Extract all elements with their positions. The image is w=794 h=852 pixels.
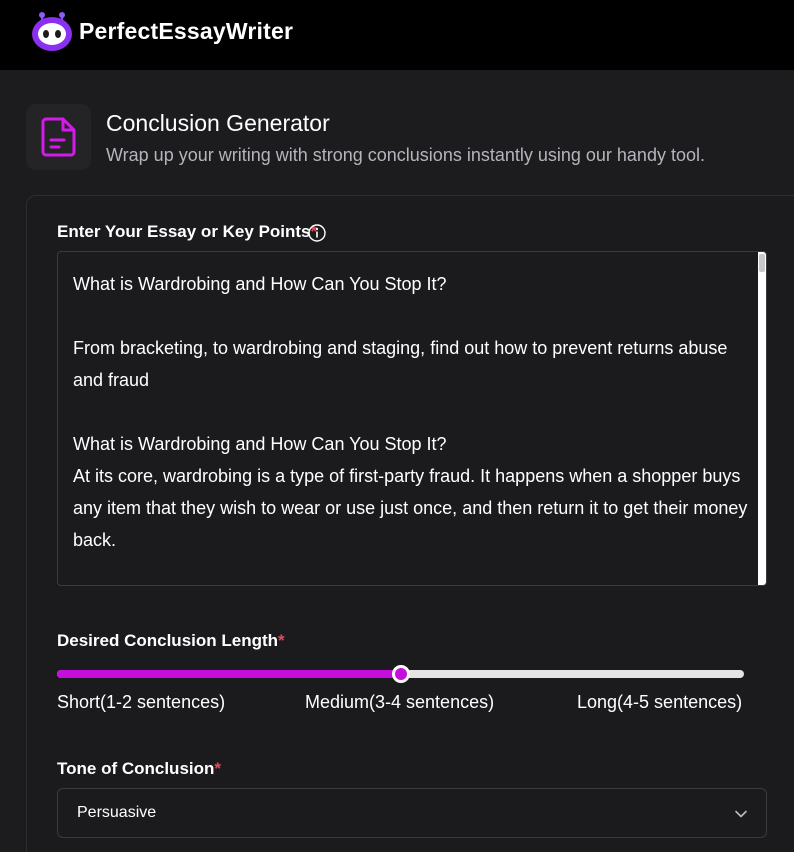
tool-icon-box [26,104,91,170]
length-label: Desired Conclusion Length* [57,631,285,651]
essay-text[interactable]: What is Wardrobing and How Can You Stop … [73,268,753,556]
top-bar: PerfectEssayWriter [0,0,794,70]
essay-paragraph: What is Wardrobing and How Can You Stop … [73,434,447,454]
page-subtitle: Wrap up your writing with strong conclus… [106,145,705,165]
length-slider-thumb[interactable] [392,665,410,683]
length-slider-fill [57,670,401,678]
tone-label: Tone of Conclusion* [57,759,221,779]
tone-select[interactable]: Persuasive [57,788,767,838]
scrollbar-thumb[interactable] [759,254,765,272]
length-option-short[interactable]: Short(1-2 sentences) [57,692,225,713]
textarea-scrollbar[interactable] [758,252,766,585]
essay-paragraph: From bracketing, to wardrobing and stagi… [73,338,728,390]
length-label-text: Desired Conclusion Length [57,631,279,650]
tone-selected-value: Persuasive [77,804,157,821]
document-icon [41,117,76,157]
tone-label-text: Tone of Conclusion [57,759,215,778]
info-icon[interactable] [307,223,327,243]
brand-name[interactable]: PerfectEssayWriter [79,18,293,45]
essay-paragraph: What is Wardrobing and How Can You Stop … [73,274,447,294]
page-title: Conclusion Generator [106,110,330,136]
length-option-medium[interactable]: Medium(3-4 sentences) [305,692,494,713]
chevron-down-icon [734,807,748,821]
length-option-long[interactable]: Long(4-5 sentences) [577,692,742,713]
essay-paragraph: At its core, wardrobing is a type of fir… [73,466,748,550]
required-mark: * [214,759,222,778]
essay-input-label-text: Enter Your Essay or Key Points [57,222,311,241]
required-mark: * [278,631,285,650]
essay-textarea[interactable]: What is Wardrobing and How Can You Stop … [57,251,767,586]
essay-input-label: Enter Your Essay or Key Points* [57,222,317,242]
robot-logo-icon[interactable] [30,10,74,52]
